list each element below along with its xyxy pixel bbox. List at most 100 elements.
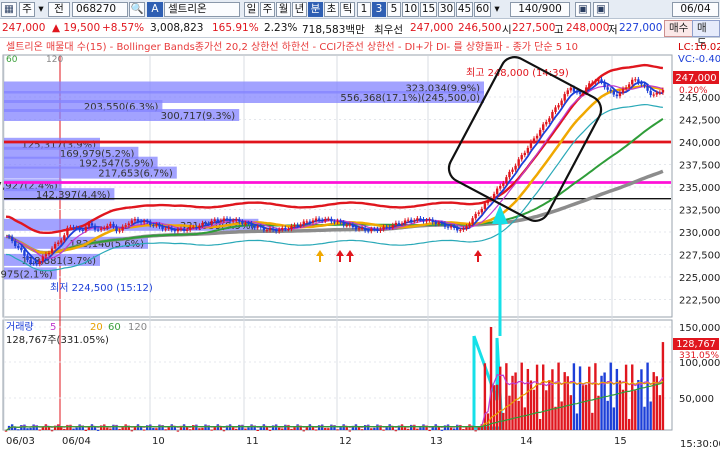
volume-bar — [274, 424, 278, 430]
price-axis[interactable]: 245,000242,500240,000237,500235,000232,5… — [679, 93, 720, 307]
chart-type-button[interactable]: 주 — [19, 2, 35, 17]
grid-icon[interactable]: ▦ — [1, 2, 17, 17]
search-icon[interactable]: 🔍 — [129, 2, 145, 17]
volume-bar — [406, 428, 410, 430]
candle-body — [388, 227, 391, 229]
high-label: 고 — [554, 24, 564, 36]
volume-bar — [535, 364, 539, 430]
sell-button[interactable]: 매도 — [692, 20, 720, 49]
period-second-button[interactable]: 초 — [324, 2, 339, 17]
data-count-field[interactable]: 140/900 — [510, 2, 570, 17]
period-week-button[interactable]: 주 — [260, 2, 275, 17]
volume-bar — [130, 430, 134, 432]
candle-body — [520, 155, 523, 160]
candle-body — [511, 169, 514, 172]
candle-body — [603, 81, 606, 88]
volume-bar — [603, 372, 606, 430]
period-minute-button[interactable]: 분 — [308, 2, 323, 17]
interval-45-button[interactable]: 45 — [456, 2, 473, 17]
grid-icon[interactable]: ▣ — [575, 2, 591, 17]
volume-bar — [121, 427, 124, 430]
candle-body — [449, 226, 453, 228]
volume-bar — [158, 424, 161, 430]
current-volume-ratio: 331.05% — [679, 351, 719, 361]
interval-1-button[interactable]: 1 — [357, 2, 371, 17]
market-selector[interactable]: 전 — [48, 2, 70, 17]
candle-body — [492, 193, 496, 199]
candle-body — [342, 222, 345, 226]
period-day-button[interactable]: 일 — [244, 2, 259, 17]
interval-10-button[interactable]: 10 — [402, 2, 419, 17]
volume-bar — [621, 389, 625, 430]
period-year-button[interactable]: 년 — [292, 2, 307, 17]
chart-svg[interactable]: 셀트리온 매물대 수(15) - Bollinger Bands종가선 20,2… — [0, 38, 720, 450]
chart-area[interactable]: 셀트리온 매물대 수(15) - Bollinger Bands종가선 20,2… — [0, 38, 720, 450]
interval-60-button[interactable]: 60 — [474, 2, 491, 17]
interval-5-button[interactable]: 5 — [387, 2, 401, 17]
candle-body — [514, 165, 517, 170]
volume-axis[interactable]: 150,000100,00050,000 — [679, 323, 720, 405]
candle-body — [597, 79, 600, 82]
candle-body — [167, 227, 170, 229]
candle-body — [290, 226, 293, 230]
candle-body — [548, 118, 551, 122]
date-tick-label: 13 — [430, 436, 443, 447]
dropdown-arrow-icon[interactable]: ▾ — [492, 2, 502, 17]
candle-body — [661, 89, 665, 93]
candle-body — [542, 124, 545, 130]
volume-bar — [29, 427, 32, 430]
low-price: 227,000 — [619, 22, 663, 34]
volume-title[interactable]: 거래량 — [6, 321, 34, 333]
period-tick-button[interactable]: 틱 — [340, 2, 355, 17]
interval-15-button[interactable]: 15 — [420, 2, 437, 17]
volume-profile-label: 217,653(6.7%) — [98, 169, 173, 180]
candle-body — [655, 92, 658, 95]
candle-body — [121, 226, 124, 231]
current-price: 247,000 — [2, 22, 46, 34]
candle-body — [357, 228, 361, 230]
candle-body — [499, 185, 502, 189]
candle-body — [502, 183, 505, 186]
volume-bar — [440, 429, 444, 431]
price-change: ▲ 19,500 — [52, 22, 101, 34]
candle-body — [391, 225, 394, 228]
volume-bar — [474, 430, 477, 432]
toolbar: ▦ 주 ▾ 전 068270 🔍 A 셀트리온 일 주 월 년 분 초 틱 1 … — [0, 0, 720, 19]
interval-3-button[interactable]: 3 — [372, 2, 386, 17]
volume-bar — [188, 429, 192, 431]
candle-body — [324, 219, 327, 221]
volume-bar — [538, 418, 542, 430]
date-field[interactable]: 06/04 — [672, 2, 719, 17]
candle-body — [658, 92, 662, 94]
candle-body — [32, 263, 35, 265]
date-tick-label: 11 — [246, 436, 259, 447]
candle-body — [287, 229, 290, 231]
candle-body — [241, 221, 244, 224]
candle-body — [222, 218, 226, 221]
candle-body — [551, 111, 554, 119]
candle-body — [60, 240, 63, 243]
open-label: 시 — [502, 24, 512, 36]
candle-body — [69, 227, 72, 229]
candle-body — [299, 224, 302, 226]
interval-30-button[interactable]: 30 — [438, 2, 455, 17]
candle-body — [465, 226, 468, 229]
candle-body — [640, 82, 643, 85]
candle-body — [523, 152, 526, 156]
buy-button[interactable]: 매수 — [664, 20, 694, 37]
indicator-legend[interactable]: 셀트리온 매물대 수(15) - Bollinger Bands종가선 20,2… — [6, 40, 578, 53]
stock-code-input[interactable]: 068270 — [72, 2, 128, 17]
candle-body — [348, 224, 352, 226]
period-month-button[interactable]: 월 — [276, 2, 291, 17]
current-volume-label: 128,767 — [676, 339, 715, 350]
compare-icon[interactable]: ▣ — [593, 2, 609, 17]
volume-bar — [532, 389, 536, 430]
candle-body — [238, 219, 241, 222]
dropdown-arrow-icon[interactable]: ▾ — [36, 2, 46, 17]
time-axis[interactable]: 06/03 06/04 10 11 12 13 14 15 — [6, 436, 627, 447]
candle-body — [38, 261, 41, 265]
candle-body — [379, 229, 382, 231]
candle-body — [130, 220, 134, 224]
volume-bar — [281, 428, 284, 430]
candle-body — [7, 236, 11, 238]
